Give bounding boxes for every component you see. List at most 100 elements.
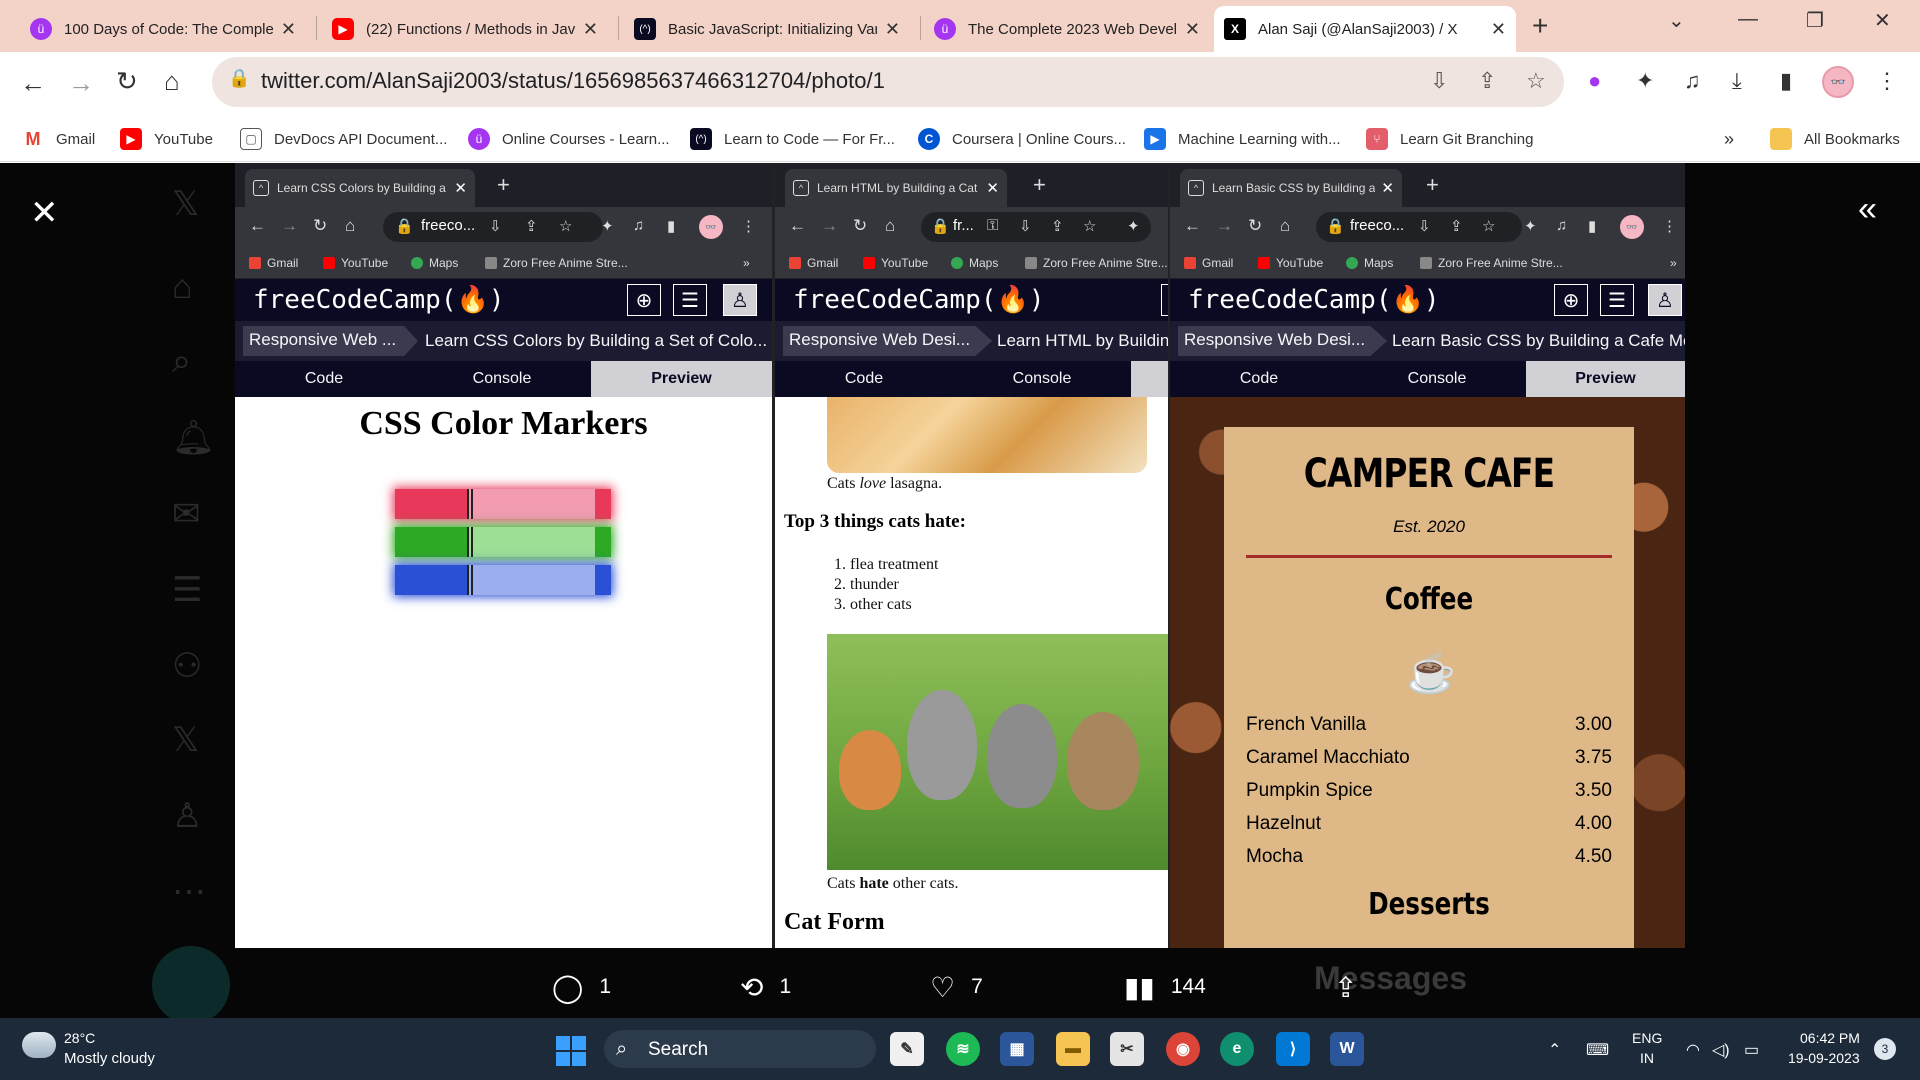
new-tab-icon: + — [1426, 172, 1439, 197]
minimize-icon[interactable]: — — [1738, 8, 1758, 31]
views-button[interactable]: ▮▮ 144 — [1124, 962, 1206, 1012]
show-hidden-icons[interactable]: ⌃ — [1548, 1040, 1561, 1060]
view-count: 144 — [1170, 975, 1206, 998]
new-tab-button[interactable]: + — [1532, 10, 1548, 42]
word-app-icon[interactable]: W — [1330, 1032, 1364, 1066]
menu-dots-icon: ⋮ — [1662, 218, 1677, 235]
region-indicator[interactable]: IN — [1640, 1050, 1654, 1066]
breadcrumb-lesson: Learn HTML by Buildin — [997, 331, 1168, 350]
close-icon[interactable]: ✕ — [30, 193, 59, 233]
profile-avatar[interactable]: 👓 — [1822, 66, 1854, 98]
tab-web-dev[interactable]: ü The Complete 2023 Web Devel ✕ — [924, 6, 1210, 52]
search-label[interactable]: Search — [648, 1039, 708, 1061]
star-icon: ☆ — [1083, 218, 1097, 235]
close-icon[interactable]: ✕ — [583, 19, 598, 40]
keyboard-icon[interactable]: ⌨ — [1586, 1040, 1609, 1060]
inner-tab: ^ Learn Basic CSS by Building a Ca ✕ — [1180, 169, 1402, 207]
bookmark-freecodecamp[interactable]: (^) Learn to Code — For Fr... — [690, 124, 895, 154]
clock-time[interactable]: 06:42 PM — [1800, 1030, 1860, 1046]
collapse-panel-icon[interactable]: « — [1858, 190, 1877, 229]
inner-tab-title: Learn HTML by Building a Cat Pl — [817, 181, 981, 195]
language-indicator[interactable]: ENG — [1632, 1030, 1662, 1046]
snipping-tool-icon[interactable]: ✂ — [1110, 1032, 1144, 1066]
store-app-icon[interactable]: ▦ — [1000, 1032, 1034, 1066]
close-window-icon[interactable]: ✕ — [1874, 8, 1891, 33]
inner-bookmark: Maps — [411, 256, 458, 270]
tab-100-days[interactable]: ü 100 Days of Code: The Complete ✕ — [20, 6, 306, 52]
back-icon[interactable]: ← — [20, 68, 46, 99]
chrome-app-icon[interactable]: ◉ — [1166, 1032, 1200, 1066]
bookmark-devdocs[interactable]: ▢ DevDocs API Document... — [240, 124, 447, 154]
close-icon[interactable]: ✕ — [281, 19, 296, 40]
menu-dots-icon[interactable]: ⋮ — [1876, 68, 1898, 94]
breadcrumb-course: Responsive Web ... — [243, 326, 419, 356]
reply-button[interactable]: ◯ 1 — [552, 962, 611, 1012]
site-info-icon[interactable]: 🔒 — [228, 68, 250, 89]
restore-icon[interactable]: ❐ — [1806, 8, 1824, 33]
reload-icon[interactable]: ↻ — [116, 66, 138, 97]
tab-alan-saji-x[interactable]: X Alan Saji (@AlanSaji2003) / X ✕ — [1214, 6, 1516, 52]
downloads-icon[interactable]: ⤓ — [1732, 68, 1742, 94]
close-icon[interactable]: ✕ — [885, 19, 900, 40]
volume-icon[interactable]: ◁) — [1712, 1040, 1730, 1060]
all-bookmarks[interactable]: All Bookmarks — [1770, 124, 1900, 154]
tab-functions-java[interactable]: ▶ (22) Functions / Methods in Java ✕ — [322, 6, 608, 52]
devdocs-icon: ▢ — [240, 128, 262, 150]
url-text[interactable]: twitter.com/AlanSaji2003/status/16569856… — [261, 68, 885, 94]
like-button[interactable]: ♡ 7 — [930, 962, 983, 1012]
taskbar-search[interactable] — [604, 1030, 876, 1068]
marker-sleeve — [467, 527, 595, 557]
share-icon[interactable]: ⇪ — [1478, 68, 1496, 94]
inner-bookmark: Maps — [1346, 256, 1393, 270]
edge-app-icon[interactable]: e — [1220, 1032, 1254, 1066]
reload-icon: ↻ — [1248, 216, 1263, 235]
clock-date[interactable]: 19-09-2023 — [1788, 1050, 1860, 1066]
divider — [1246, 555, 1612, 558]
battery-icon[interactable]: ▭ — [1744, 1040, 1759, 1060]
tab-basic-javascript[interactable]: (^) Basic JavaScript: Initializing Var ✕ — [624, 6, 910, 52]
extensions-puzzle-icon[interactable]: ✦ — [1636, 68, 1654, 94]
share-button[interactable]: ⇪ — [1334, 962, 1373, 1012]
spotify-app-icon[interactable]: ≋ — [946, 1032, 980, 1066]
side-panel-icon[interactable]: ▮ — [1780, 68, 1792, 94]
bookmark-machine-learning[interactable]: ▶ Machine Learning with... — [1144, 124, 1341, 154]
bookmark-learn-git[interactable]: ⑂ Learn Git Branching — [1366, 124, 1533, 154]
weather-description[interactable]: Mostly cloudy — [64, 1050, 155, 1067]
freecodecamp-icon: ^ — [1188, 180, 1204, 196]
close-icon[interactable]: ✕ — [1185, 19, 1200, 40]
media-icon: ♫ — [1556, 217, 1568, 234]
inner-browser-css-colors: ^ Learn CSS Colors by Building a S ✕ + ← →… — [235, 163, 772, 948]
close-icon[interactable]: ✕ — [1491, 19, 1506, 40]
bookmark-star-icon[interactable]: ☆ — [1526, 68, 1546, 94]
vscode-app-icon[interactable]: ⟩ — [1276, 1032, 1310, 1066]
wifi-icon[interactable]: ◠ — [1686, 1040, 1700, 1060]
forward-icon[interactable]: → — [68, 68, 94, 99]
repost-button[interactable]: ⟲ 1 — [740, 962, 791, 1012]
star-icon: ☆ — [1482, 218, 1496, 235]
bookmark-gmail[interactable]: M Gmail — [22, 124, 96, 154]
fcc-logo: freeCodeCamp(🔥) — [793, 285, 1045, 315]
media-control-icon[interactable]: ♫ — [1684, 68, 1701, 94]
hate-heading: Top 3 things cats hate: — [784, 511, 966, 532]
start-button[interactable] — [556, 1036, 586, 1066]
install-icon: ⇩ — [1019, 218, 1032, 235]
kittens-photo — [827, 634, 1168, 870]
install-icon[interactable]: ⇩ — [1430, 68, 1448, 94]
inner-tab-strip: ^ Learn HTML by Building a Cat Pl ✕ + — [775, 163, 1168, 207]
more-bookmarks-button[interactable]: » — [1724, 124, 1734, 154]
bookmark-youtube[interactable]: ▶ YouTube — [120, 124, 213, 154]
bookmark-online-courses[interactable]: ü Online Courses - Learn... — [468, 124, 670, 154]
weather-cloud-icon[interactable] — [22, 1032, 56, 1058]
preview-pane: Cats love lasagna. Top 3 things cats hat… — [775, 397, 1168, 948]
side-panel-icon: ▮ — [667, 218, 676, 235]
kitten-brown — [1067, 712, 1139, 810]
weather-temp[interactable]: 28°C — [64, 1030, 95, 1046]
extension-icon[interactable]: ● — [1588, 68, 1601, 94]
inner-bookmark: Zoro Free Anime Stre... — [485, 256, 628, 270]
notepad-app-icon[interactable]: ✎ — [890, 1032, 924, 1066]
tab-search-icon[interactable]: ⌄ — [1668, 8, 1685, 33]
notification-badge[interactable]: 3 — [1874, 1038, 1896, 1060]
home-icon[interactable]: ⌂ — [164, 66, 180, 97]
file-explorer-icon[interactable]: ▬ — [1056, 1032, 1090, 1066]
bookmark-coursera[interactable]: C Coursera | Online Cours... — [918, 124, 1126, 154]
